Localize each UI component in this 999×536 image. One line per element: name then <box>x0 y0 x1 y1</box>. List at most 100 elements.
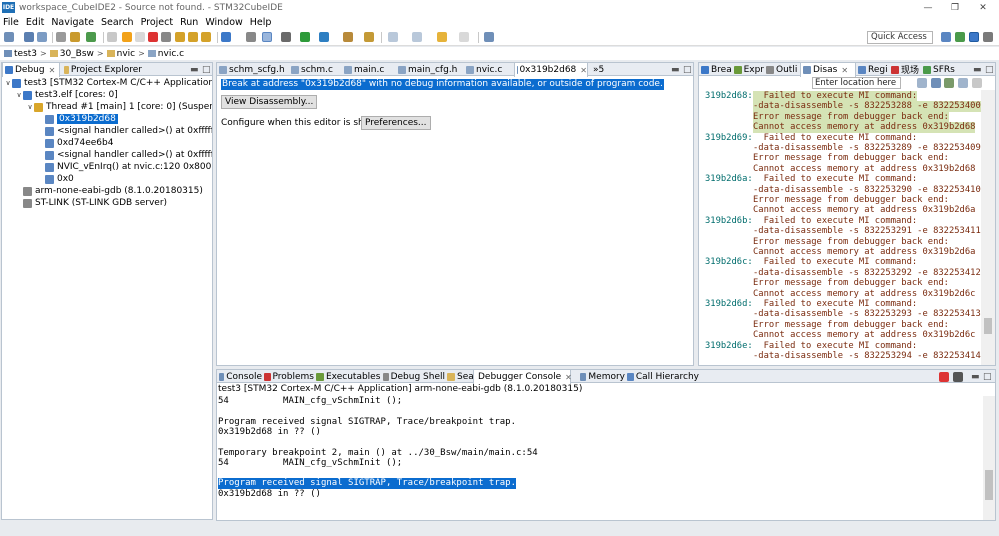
next-annotation-icon[interactable] <box>388 32 398 42</box>
skip-breakpoints-icon[interactable] <box>107 32 117 42</box>
maximize-view-icon[interactable]: □ <box>983 63 994 76</box>
tab-call-hierarchy[interactable]: Call Hierarchy <box>625 370 699 383</box>
breadcrumb-file[interactable]: nvic.c <box>158 49 184 59</box>
debug-tree-item[interactable]: ∨ Thread #1 [main] 1 [core: 0] (Suspended… <box>26 101 212 113</box>
terminate-icon[interactable] <box>939 372 949 382</box>
debug-tree-item[interactable]: arm-none-eabi-gdb (8.1.0.20180315) <box>15 185 203 197</box>
tab-debugger-console[interactable]: Debugger Console ✕ <box>473 370 572 384</box>
tab-debug-shell[interactable]: Debug Shell <box>381 370 445 383</box>
back-icon[interactable] <box>437 32 447 42</box>
prev-annotation-icon[interactable] <box>412 32 422 42</box>
run-config-icon[interactable] <box>86 32 96 42</box>
debug-tree-item[interactable]: <signal handler called>() at 0xfffffff1 <box>37 125 212 137</box>
tab-schm-scfg-h[interactable]: schm_scfg.h <box>217 63 289 76</box>
more-tabs-button[interactable]: »5 <box>591 63 607 76</box>
scrollbar-thumb[interactable] <box>985 470 993 500</box>
disconnect-icon[interactable] <box>161 32 171 42</box>
chevron-down-icon[interactable]: ∨ <box>4 79 12 87</box>
menu-file[interactable]: File <box>3 17 19 28</box>
close-icon[interactable]: ✕ <box>970 0 996 15</box>
disassembly-address[interactable]: 319b2d6d: <box>705 299 753 309</box>
debug-tree-item[interactable]: <signal handler called>() at 0xfffffff9 <box>37 149 212 161</box>
restart-icon[interactable] <box>246 32 256 42</box>
debug-tree-item[interactable]: 0xd74ee6b4 <box>37 137 113 149</box>
debug-tree-item[interactable]: ST-LINK (ST-LINK GDB server) <box>15 197 167 209</box>
tab-schm-c[interactable]: schm.c <box>289 63 342 76</box>
close-tab-icon[interactable]: ✕ <box>565 373 572 382</box>
new-icon[interactable] <box>4 32 14 42</box>
perspective-other-icon[interactable] <box>983 32 993 42</box>
menu-navigate[interactable]: Navigate <box>51 17 94 28</box>
debug-tree-item[interactable]: 0x0 <box>37 173 74 185</box>
debug-tree-item[interactable]: 0x319b2d68 <box>37 113 118 125</box>
debug-tree-item[interactable]: NVIC_vEnIrq() at nvic.c:120 0x8001d58 <box>37 161 212 173</box>
breadcrumb-folder-nvic[interactable]: nvic <box>117 49 135 59</box>
menu-run[interactable]: Run <box>180 17 198 28</box>
disassembly-line: Cannot access memory at address 0x319b2d… <box>753 205 976 216</box>
perspective-cube-icon[interactable] <box>955 32 965 42</box>
tab-problems[interactable]: Problems <box>262 370 314 383</box>
menu-help[interactable]: Help <box>250 17 272 28</box>
external-tools-icon[interactable] <box>343 32 353 42</box>
tab-console[interactable]: Console <box>217 370 262 383</box>
forward-icon[interactable] <box>459 32 469 42</box>
debug-icon[interactable] <box>319 32 329 42</box>
menu-search[interactable]: Search <box>101 17 134 28</box>
tab-address[interactable]: 0x319b2d68 ✕ <box>514 63 588 77</box>
menu-edit[interactable]: Edit <box>26 17 44 28</box>
stack-frame-icon <box>23 198 32 208</box>
display-console-icon[interactable] <box>953 372 963 382</box>
scrollbar-thumb[interactable] <box>984 318 992 334</box>
close-tab-icon[interactable]: ✕ <box>580 66 587 75</box>
disassembly-address[interactable]: 319b2d6a: <box>705 174 753 184</box>
tab-executables[interactable]: Executables <box>314 370 381 383</box>
tab-main-cfg-h[interactable]: main_cfg.h <box>396 63 464 76</box>
breadcrumb-folder-bsw[interactable]: 30_Bsw <box>60 49 94 59</box>
menu-window[interactable]: Window <box>205 17 242 28</box>
step-over-icon[interactable] <box>188 32 198 42</box>
tab-nvic-c[interactable]: nvic.c <box>464 63 514 76</box>
breadcrumb-project[interactable]: test3 <box>14 49 37 59</box>
settings-icon[interactable] <box>281 32 291 42</box>
pin-editor-icon[interactable] <box>484 32 494 42</box>
menu-project[interactable]: Project <box>141 17 174 28</box>
save-all-icon[interactable] <box>37 32 47 42</box>
build-icon[interactable] <box>56 32 66 42</box>
console-scrollbar[interactable] <box>983 396 995 520</box>
disassembly-address[interactable]: 319b2d69: <box>705 133 753 143</box>
maximize-view-icon[interactable]: □ <box>981 370 992 383</box>
debug-view-icon[interactable] <box>262 32 272 42</box>
view-disassembly-button[interactable]: View Disassembly... <box>221 95 318 109</box>
perspective-debug-icon[interactable] <box>969 32 979 42</box>
disassembly-address[interactable]: 319b2d6b: <box>705 216 753 226</box>
tab-main-c[interactable]: main.c <box>342 63 396 76</box>
save-icon[interactable] <box>24 32 34 42</box>
maximize-view-icon[interactable]: □ <box>681 63 692 76</box>
disassembly-address[interactable]: 319b2d6c: <box>705 257 753 267</box>
debug-tree-item[interactable]: ∨ test3 [STM32 Cortex-M C/C++ Application… <box>4 77 212 89</box>
terminate-icon[interactable] <box>148 32 158 42</box>
hammer-icon[interactable] <box>70 32 80 42</box>
maximize-icon[interactable]: ❐ <box>942 0 968 15</box>
chevron-down-icon[interactable]: ∨ <box>15 91 23 99</box>
suspend-icon[interactable] <box>135 32 145 42</box>
disassembly-address[interactable]: 319b2d6e: <box>705 341 753 351</box>
step-into-icon[interactable] <box>175 32 185 42</box>
minimize-view-icon[interactable]: ▬ <box>669 63 680 76</box>
tab-memory[interactable]: Memory <box>578 370 625 383</box>
run-icon[interactable] <box>300 32 310 42</box>
minimize-icon[interactable]: — <box>915 0 941 15</box>
resume-icon[interactable] <box>122 32 132 42</box>
minimize-view-icon[interactable]: ▬ <box>969 370 980 383</box>
debug-tree-item[interactable]: ∨ test3.elf [cores: 0] <box>15 89 117 101</box>
disassembly-scrollbar[interactable] <box>981 90 995 365</box>
open-type-icon[interactable] <box>364 32 374 42</box>
disassembly-line: Error message from debugger back end: <box>753 111 949 123</box>
perspective-cpp-icon[interactable] <box>941 32 951 42</box>
chevron-down-icon[interactable]: ∨ <box>26 103 34 111</box>
step-return-icon[interactable] <box>201 32 211 42</box>
disassembly-address[interactable]: 319b2d68: <box>705 91 753 101</box>
quick-access-input[interactable]: Quick Access <box>867 31 933 44</box>
instruction-stepping-icon[interactable] <box>221 32 231 42</box>
preferences-button[interactable]: Preferences... <box>361 116 431 130</box>
